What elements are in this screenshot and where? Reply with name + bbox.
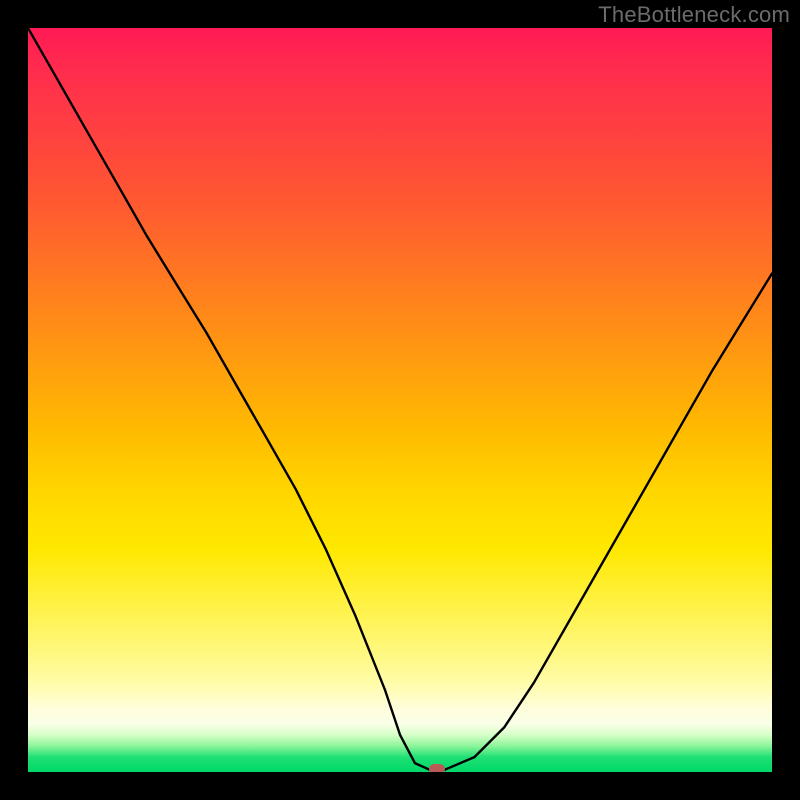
curve-path (28, 28, 772, 770)
chart-frame: TheBottleneck.com (0, 0, 800, 800)
bottleneck-curve (28, 28, 772, 772)
plot-area (28, 28, 772, 772)
watermark-text: TheBottleneck.com (598, 2, 790, 28)
optimal-point-marker (429, 764, 445, 772)
